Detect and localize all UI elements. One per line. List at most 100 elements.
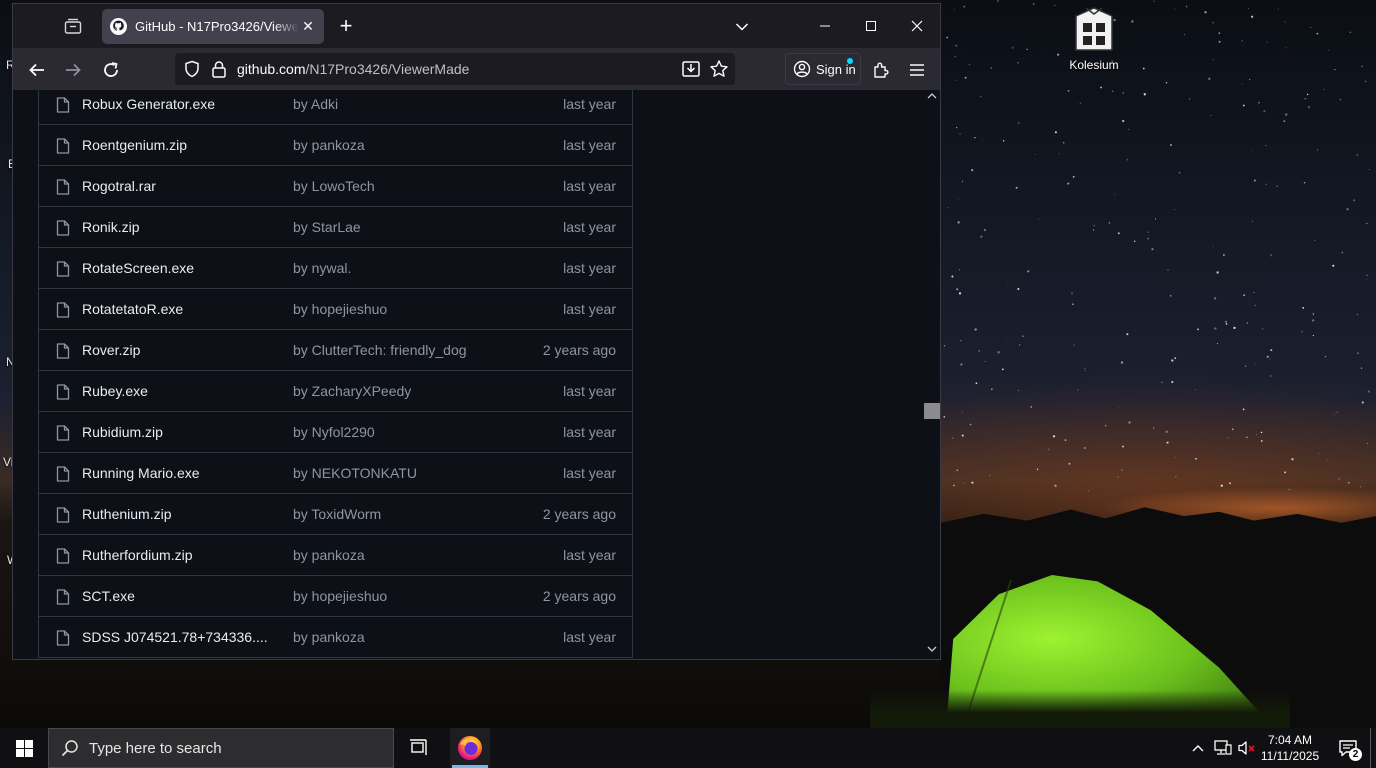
tab-manager-icon[interactable] <box>61 14 85 38</box>
star <box>1291 458 1294 461</box>
file-name-link[interactable]: RotatetatoR.exe <box>82 301 183 317</box>
star <box>1118 407 1120 409</box>
file-row[interactable]: Ruthenium.zip by ToxidWorm 2 years ago <box>39 494 632 535</box>
reload-icon[interactable] <box>97 56 125 84</box>
file-row[interactable]: Rogotral.rar by LowoTech last year <box>39 166 632 207</box>
commit-author[interactable]: by hopejieshuo <box>293 588 387 604</box>
star <box>1270 254 1273 257</box>
chevron-down-icon[interactable] <box>731 16 753 38</box>
file-name-link[interactable]: Rogotral.rar <box>82 178 156 194</box>
extensions-icon[interactable] <box>867 56 895 84</box>
minimize-icon[interactable] <box>802 4 848 48</box>
scroll-down-icon[interactable] <box>927 645 937 655</box>
task-view-icon[interactable] <box>400 728 438 768</box>
commit-author[interactable]: by ZacharyXPeedy <box>293 383 411 399</box>
file-name-link[interactable]: Robux Generator.exe <box>82 96 215 112</box>
url-text[interactable]: github.com/N17Pro3426/ViewerMade <box>237 61 469 77</box>
file-row[interactable]: Robux Generator.exe by Adki last year <box>39 90 632 125</box>
file-name-link[interactable]: Rover.zip <box>82 342 140 358</box>
star <box>1246 322 1248 324</box>
star <box>1270 349 1273 352</box>
commit-author[interactable]: by LowoTech <box>293 178 375 194</box>
file-name-link[interactable]: Ruthenium.zip <box>82 506 172 522</box>
star <box>1117 232 1120 235</box>
tab-close-icon[interactable]: ✕ <box>300 18 316 34</box>
save-to-device-icon[interactable] <box>681 59 701 79</box>
file-name-link[interactable]: Rubidium.zip <box>82 424 163 440</box>
back-arrow-icon[interactable] <box>23 56 51 84</box>
star <box>1142 67 1145 70</box>
commit-author[interactable]: by hopejieshuo <box>293 301 387 317</box>
star <box>1253 179 1256 182</box>
firefox-taskbar-icon[interactable] <box>450 728 490 768</box>
star <box>1255 363 1256 365</box>
maximize-icon[interactable] <box>848 4 894 48</box>
chevron-up-icon[interactable] <box>1188 728 1208 768</box>
tab-github[interactable]: GitHub - N17Pro3426/ViewerMade ✕ <box>102 9 324 44</box>
file-row[interactable]: Running Mario.exe by NEKOTONKATU last year <box>39 453 632 494</box>
desktop-icon-kolesium[interactable]: Kolesium <box>1058 6 1130 78</box>
shield-icon[interactable] <box>183 60 201 78</box>
file-row[interactable]: Rover.zip by ClutterTech: friendly_dog 2 y… <box>39 330 632 371</box>
network-icon[interactable] <box>1212 728 1234 768</box>
url-bar[interactable]: github.com/N17Pro3426/ViewerMade <box>175 53 735 85</box>
forward-arrow-icon[interactable] <box>59 56 87 84</box>
file-name-link[interactable]: Ronik.zip <box>82 219 140 235</box>
commit-author[interactable]: by Nyfol2290 <box>293 424 375 440</box>
lock-icon[interactable] <box>211 60 227 78</box>
star <box>1174 357 1177 360</box>
commit-author[interactable]: by pankoza <box>293 629 365 645</box>
star <box>1283 120 1286 122</box>
star <box>1165 81 1168 84</box>
hamburger-menu-icon[interactable] <box>903 56 931 84</box>
commit-author[interactable]: by NEKOTONKATU <box>293 465 417 481</box>
close-window-icon[interactable] <box>894 4 940 48</box>
commit-author[interactable]: by Adki <box>293 96 338 112</box>
system-clock[interactable]: 7:04 AM 11/11/2025 <box>1258 732 1322 764</box>
vertical-scrollbar[interactable] <box>924 90 940 659</box>
file-name-link[interactable]: SCT.exe <box>82 588 135 604</box>
star <box>1353 199 1356 202</box>
scroll-up-icon[interactable] <box>927 92 937 102</box>
commit-author[interactable]: by StarLae <box>293 219 361 235</box>
star <box>960 363 963 366</box>
volume-muted-icon[interactable] <box>1236 728 1258 768</box>
bookmark-star-icon[interactable] <box>709 59 729 79</box>
windows-start-icon[interactable] <box>0 728 48 768</box>
file-name-link[interactable]: RotateScreen.exe <box>82 260 194 276</box>
file-name-link[interactable]: Rutherfordium.zip <box>82 547 193 563</box>
star <box>1030 406 1032 408</box>
file-name-link[interactable]: Roentgenium.zip <box>82 137 187 153</box>
file-icon <box>56 466 70 482</box>
star <box>1058 153 1060 155</box>
commit-author[interactable]: by pankoza <box>293 547 365 563</box>
show-desktop-button[interactable] <box>1370 728 1376 768</box>
search-placeholder: Type here to search <box>89 739 222 757</box>
file-row[interactable]: RotatetatoR.exe by hopejieshuo last year <box>39 289 632 330</box>
star <box>946 36 949 39</box>
commit-author[interactable]: by ToxidWorm <box>293 506 381 522</box>
file-row[interactable]: Rutherfordium.zip by pankoza last year <box>39 535 632 576</box>
file-row[interactable]: Roentgenium.zip by pankoza last year <box>39 125 632 166</box>
commit-author[interactable]: by nywal. <box>293 260 351 276</box>
file-name-link[interactable]: Running Mario.exe <box>82 465 200 481</box>
star <box>1079 102 1082 105</box>
star <box>1341 251 1344 254</box>
star <box>1244 365 1247 367</box>
star <box>997 351 1000 354</box>
file-row[interactable]: Rubey.exe by ZacharyXPeedy last year <box>39 371 632 412</box>
file-name-link[interactable]: Rubey.exe <box>82 383 148 399</box>
file-row[interactable]: SDSS J074521.78+734336.... by pankoza last… <box>39 617 632 658</box>
scrollbar-thumb[interactable] <box>924 403 940 419</box>
taskbar-search-box[interactable]: Type here to search <box>48 728 394 768</box>
action-center-icon[interactable]: 2 <box>1330 728 1366 768</box>
commit-author[interactable]: by pankoza <box>293 137 365 153</box>
new-tab-icon[interactable]: + <box>335 15 357 38</box>
file-name-link[interactable]: SDSS J074521.78+734336.... <box>82 629 268 645</box>
file-row[interactable]: Rubidium.zip by Nyfol2290 last year <box>39 412 632 453</box>
file-row[interactable]: Ronik.zip by StarLae last year <box>39 207 632 248</box>
file-row[interactable]: RotateScreen.exe by nywal. last year <box>39 248 632 289</box>
commit-author[interactable]: by ClutterTech: friendly_dog <box>293 342 467 358</box>
file-row[interactable]: SCT.exe by hopejieshuo 2 years ago <box>39 576 632 617</box>
sign-in-button[interactable]: Sign in <box>785 53 861 85</box>
